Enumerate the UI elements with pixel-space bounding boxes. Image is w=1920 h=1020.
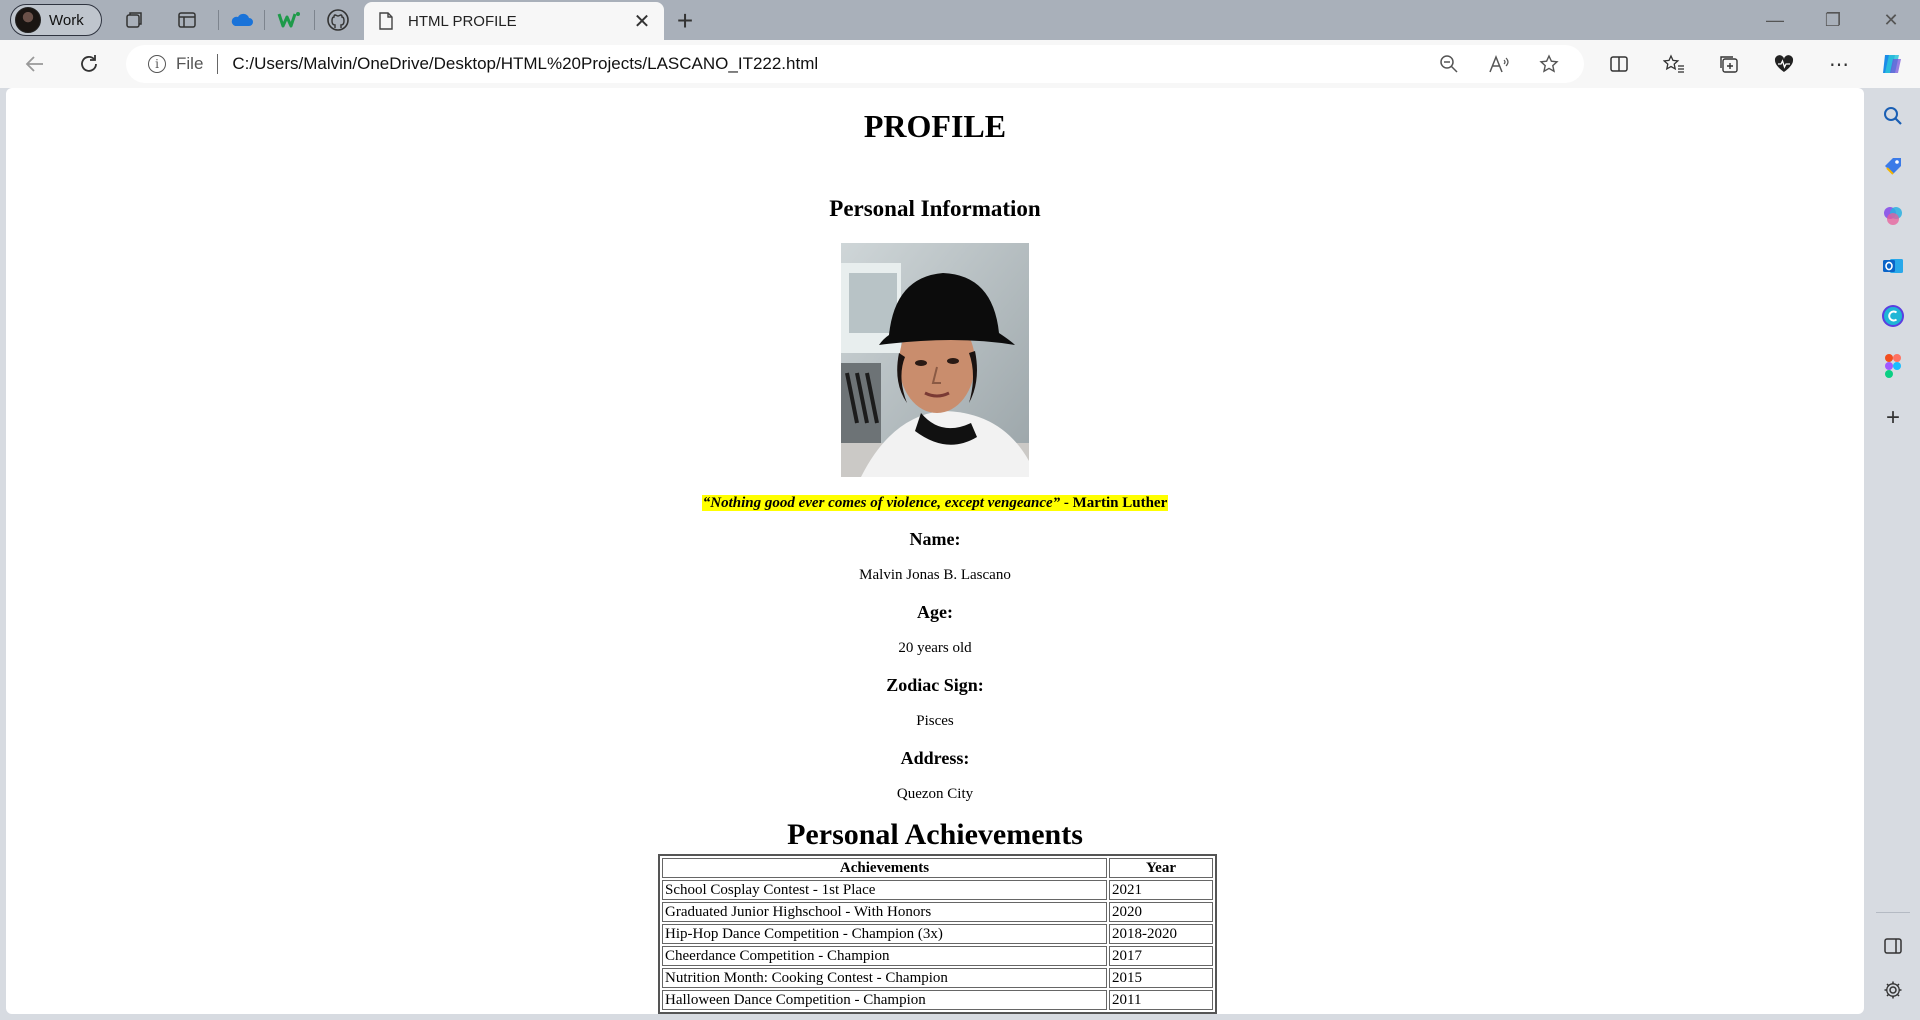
browser-toolbar: i File C:/Users/Malvin/OneDrive/Desktop/… xyxy=(0,40,1920,88)
page-viewport: PROFILE Personal Information “Nothing go… xyxy=(6,88,1864,1014)
canva-icon[interactable] xyxy=(1879,302,1907,330)
add-sidebar-app-icon[interactable]: + xyxy=(1879,404,1907,432)
quote-text: “Nothing good ever comes of violence, ex… xyxy=(702,495,1061,511)
minimize-button[interactable]: — xyxy=(1747,0,1803,40)
year-cell: 2011 xyxy=(1109,990,1213,1010)
favorites-icon[interactable] xyxy=(1658,49,1690,79)
year-cell: 2018-2020 xyxy=(1109,924,1213,944)
avatar xyxy=(15,7,41,33)
url-text[interactable]: C:/Users/Malvin/OneDrive/Desktop/HTML%20… xyxy=(232,54,1434,74)
pinned-tab-github[interactable] xyxy=(320,5,356,35)
pinned-tab-onedrive[interactable] xyxy=(223,5,259,35)
age-label: Age: xyxy=(917,602,953,622)
figma-icon[interactable] xyxy=(1879,352,1907,380)
profile-photo xyxy=(841,243,1029,477)
search-icon[interactable] xyxy=(1879,102,1907,130)
table-row: School Cosplay Contest - 1st Place 2021 xyxy=(662,880,1213,900)
highlighted-quote: “Nothing good ever comes of violence, ex… xyxy=(701,495,1169,511)
profile-label: Work xyxy=(49,11,84,29)
sidebar-divider xyxy=(1876,912,1910,913)
new-tab-button[interactable]: + xyxy=(670,5,700,36)
w-logo-icon xyxy=(277,12,300,28)
hide-sidebar-icon[interactable] xyxy=(1879,932,1907,960)
browser-essentials-icon[interactable] xyxy=(1768,49,1800,79)
personal-achievements-heading: Personal Achievements xyxy=(787,818,1083,851)
tab-strip: Work HTML PROFILE ✕ + — ❐ ✕ xyxy=(0,0,1920,40)
achievement-cell: Cheerdance Competition - Champion xyxy=(662,946,1107,966)
pinned-tab-wattpad[interactable] xyxy=(271,5,307,35)
achievement-cell: Graduated Junior Highschool - With Honor… xyxy=(662,902,1107,922)
refresh-icon xyxy=(81,55,97,72)
back-button[interactable] xyxy=(18,48,52,80)
read-aloud-icon[interactable] xyxy=(1484,49,1514,79)
tab-html-profile[interactable]: HTML PROFILE ✕ xyxy=(364,2,664,40)
column-header-year: Year xyxy=(1109,858,1213,878)
table-row: Nutrition Month: Cooking Contest - Champ… xyxy=(662,968,1213,988)
split-screen-icon[interactable] xyxy=(1603,49,1635,79)
achievement-cell: Halloween Dance Competition - Champion xyxy=(662,990,1107,1010)
shopping-tag-icon[interactable] xyxy=(1879,152,1907,180)
more-options-icon[interactable]: ⋯ xyxy=(1823,49,1855,79)
address-label: Address: xyxy=(900,748,970,768)
page-title: PROFILE xyxy=(863,108,1007,144)
tab-separator xyxy=(314,10,315,30)
tab-title: HTML PROFILE xyxy=(408,12,517,30)
table-header-row: Achievements Year xyxy=(662,858,1213,878)
tab-actions-icon[interactable] xyxy=(174,7,200,33)
achievement-cell: Nutrition Month: Cooking Contest - Champ… xyxy=(662,968,1107,988)
m365-copilot-icon[interactable] xyxy=(1879,202,1907,230)
table-row: Hip-Hop Dance Competition - Champion (3x… xyxy=(662,924,1213,944)
personal-information-heading: Personal Information xyxy=(829,196,1041,221)
quote-author: - Martin Luther xyxy=(1060,495,1168,511)
achievement-cell: School Cosplay Contest - 1st Place xyxy=(662,880,1107,900)
edge-sidebar: + xyxy=(1866,88,1920,1020)
address-bar[interactable]: i File C:/Users/Malvin/OneDrive/Desktop/… xyxy=(126,45,1584,83)
close-tab-icon[interactable]: ✕ xyxy=(628,7,656,35)
github-icon xyxy=(327,9,349,31)
quote-block: “Nothing good ever comes of violence, ex… xyxy=(6,495,1864,512)
zoom-out-icon[interactable] xyxy=(1434,49,1464,79)
table-row: Halloween Dance Competition - Champion 2… xyxy=(662,990,1213,1010)
document-icon xyxy=(379,12,393,30)
back-arrow-icon xyxy=(25,56,43,72)
achievement-cell: Hip-Hop Dance Competition - Champion (3x… xyxy=(662,924,1107,944)
outlook-icon[interactable] xyxy=(1879,252,1907,280)
profile-button[interactable]: Work xyxy=(10,4,102,36)
column-header-achievements: Achievements xyxy=(662,858,1107,878)
info-icon[interactable]: i xyxy=(148,55,166,73)
tab-separator xyxy=(264,10,265,30)
restore-button[interactable]: ❐ xyxy=(1805,0,1861,40)
age-value: 20 years old xyxy=(898,640,972,656)
name-value: Malvin Jonas B. Lascano xyxy=(859,567,1011,583)
favorite-star-icon[interactable] xyxy=(1534,49,1564,79)
workspaces-icon[interactable] xyxy=(121,7,147,33)
year-cell: 2020 xyxy=(1109,902,1213,922)
name-label: Name: xyxy=(909,529,961,549)
achievements-table: Achievements Year School Cosplay Contest… xyxy=(658,854,1217,1014)
settings-gear-icon[interactable] xyxy=(1879,976,1907,1004)
zodiac-sign-label: Zodiac Sign: xyxy=(886,675,984,695)
address-separator xyxy=(217,54,219,74)
scheme-label: File xyxy=(176,54,204,73)
year-cell: 2021 xyxy=(1109,880,1213,900)
onedrive-icon xyxy=(231,13,253,26)
close-window-button[interactable]: ✕ xyxy=(1863,0,1919,40)
zodiac-sign-value: Pisces xyxy=(916,713,954,729)
year-cell: 2015 xyxy=(1109,968,1213,988)
tab-separator xyxy=(218,10,219,30)
address-value: Quezon City xyxy=(896,786,974,802)
collections-icon[interactable] xyxy=(1713,49,1745,79)
table-row: Cheerdance Competition - Champion 2017 xyxy=(662,946,1213,966)
year-cell: 2017 xyxy=(1109,946,1213,966)
copilot-icon[interactable] xyxy=(1876,49,1908,79)
refresh-button[interactable] xyxy=(72,48,106,80)
table-row: Graduated Junior Highschool - With Honor… xyxy=(662,902,1213,922)
